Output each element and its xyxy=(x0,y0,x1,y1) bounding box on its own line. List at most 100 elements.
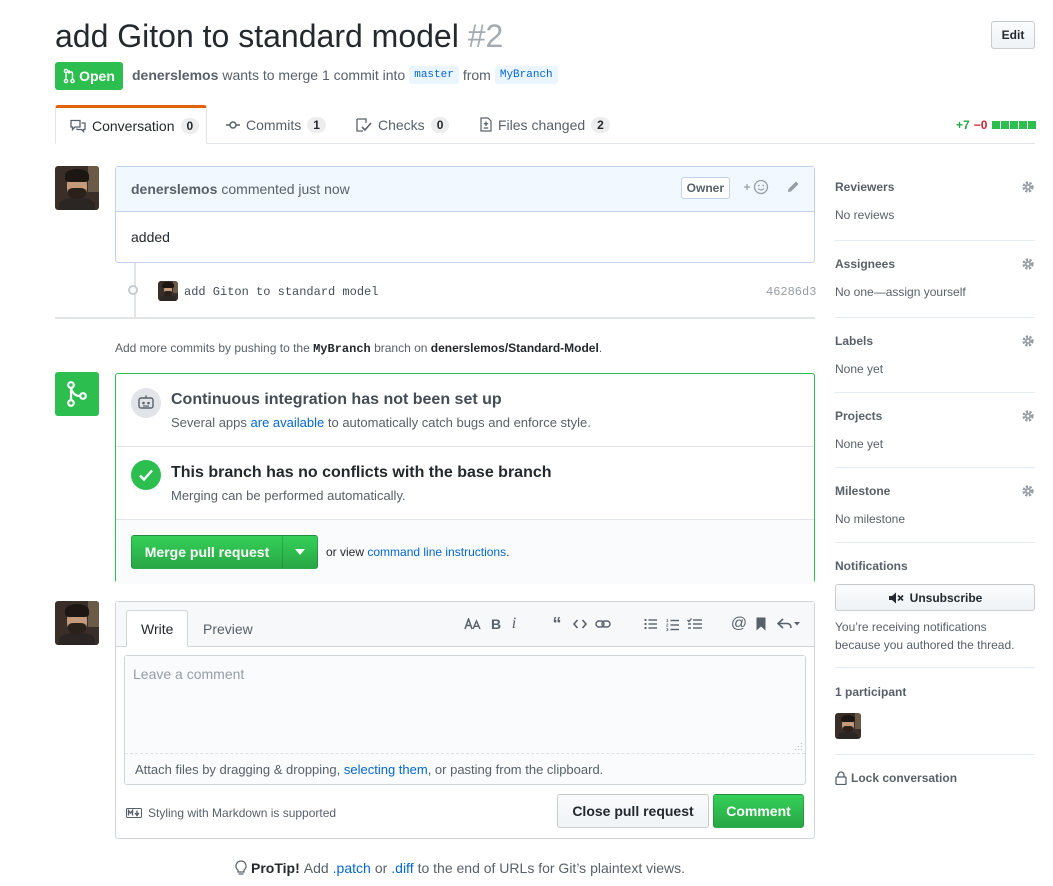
status-label: Open xyxy=(79,68,115,84)
comment-toolbar: Write Preview B i “ 123 @ xyxy=(116,602,814,647)
patch-link[interactable]: .patch xyxy=(333,860,371,876)
light-bulb-icon xyxy=(235,860,247,876)
commit-message[interactable]: add Giton to standard model xyxy=(184,285,378,299)
tab-label: Checks xyxy=(378,116,425,133)
unsubscribe-button[interactable]: Unsubscribe xyxy=(835,584,1035,611)
comment-button[interactable]: Comment xyxy=(713,794,804,828)
tab-label: Conversation xyxy=(92,117,175,134)
lock-label: Lock conversation xyxy=(851,771,958,785)
sidebar-divider xyxy=(835,392,1035,393)
ci-subtitle: Several apps are available to automatica… xyxy=(171,415,591,430)
diff-link[interactable]: .diff xyxy=(391,860,413,876)
sidebar-heading: 1 participant xyxy=(835,685,907,699)
pr-meta: denerslemos wants to merge 1 commit into… xyxy=(132,66,558,84)
gear-icon[interactable] xyxy=(1021,334,1035,348)
bookmark-icon[interactable] xyxy=(752,616,770,632)
ordered-list-icon[interactable]: 123 xyxy=(664,616,682,632)
markdown-icon xyxy=(126,808,142,818)
unordered-list-icon[interactable] xyxy=(642,616,660,632)
attach-text: Attach files by dragging & dropping, xyxy=(135,762,341,777)
sidebar-value[interactable]: No one—assign yourself xyxy=(835,285,966,299)
quote-icon[interactable]: “ xyxy=(548,614,566,634)
push-hint-branch: MyBranch xyxy=(313,342,371,356)
comment-author[interactable]: denerslemos xyxy=(131,181,217,197)
select-files-link[interactable]: selecting them xyxy=(344,762,428,777)
head-branch[interactable]: MyBranch xyxy=(494,66,558,84)
diffstat-block xyxy=(1019,121,1028,129)
tab-write[interactable]: Write xyxy=(126,610,189,647)
tab-commits[interactable]: Commits 1 xyxy=(226,105,326,144)
sidebar-heading: Milestone xyxy=(835,484,891,498)
code-icon[interactable] xyxy=(571,616,589,632)
tab-files-changed[interactable]: Files changed 2 xyxy=(480,105,610,144)
merge-pull-request-button[interactable]: Merge pull request xyxy=(131,535,283,569)
from-text: from xyxy=(462,67,491,83)
tab-counter: 0 xyxy=(430,116,450,133)
merge-method-dropdown[interactable] xyxy=(283,535,318,569)
resize-handle-icon[interactable] xyxy=(793,742,803,752)
mute-icon xyxy=(888,592,904,604)
link-icon[interactable] xyxy=(594,616,612,632)
gear-icon[interactable] xyxy=(1021,409,1035,423)
tab-conversation[interactable]: Conversation 0 xyxy=(55,105,207,144)
robot-icon xyxy=(131,388,161,418)
diffstat-block xyxy=(992,121,1001,129)
comment-textarea[interactable] xyxy=(125,656,805,754)
bold-icon[interactable]: B xyxy=(487,616,505,632)
tab-checks[interactable]: Checks 0 xyxy=(356,105,450,144)
gear-icon[interactable] xyxy=(1021,180,1035,194)
author-link[interactable]: denerslemos xyxy=(132,67,218,83)
sidebar-assignees[interactable]: Assignees No one—assign yourself xyxy=(835,257,1035,299)
ci-section: Continuous integration has not been set … xyxy=(116,374,814,446)
edit-title-button[interactable]: Edit xyxy=(991,21,1035,49)
cli-suffix: . xyxy=(506,545,510,559)
close-pull-request-button[interactable]: Close pull request xyxy=(557,794,709,828)
tab-counter: 1 xyxy=(307,116,326,133)
push-hint-text: branch on xyxy=(374,341,428,355)
diffstat-block xyxy=(1028,121,1037,129)
apps-available-link[interactable]: are available xyxy=(251,415,325,430)
command-line-instructions-link[interactable]: command line instructions xyxy=(367,545,506,559)
ci-subtitle-text: Several apps xyxy=(171,415,247,430)
avatar[interactable] xyxy=(55,166,99,210)
italic-icon[interactable]: i xyxy=(505,615,523,632)
comment-body: added xyxy=(131,229,170,245)
commit-node-icon xyxy=(128,285,138,295)
lock-conversation-link[interactable]: Lock conversation xyxy=(835,771,957,785)
diffstat-block xyxy=(1010,121,1019,129)
diffstat-block xyxy=(1001,121,1010,129)
sidebar-labels[interactable]: Labels None yet xyxy=(835,334,1035,376)
gear-icon[interactable] xyxy=(1021,484,1035,498)
diffstat: +7 −0 xyxy=(956,118,1037,132)
markdown-hint[interactable]: Styling with Markdown is supported xyxy=(126,806,336,820)
conflict-section: This branch has no conflicts with the ba… xyxy=(116,446,814,520)
gear-icon[interactable] xyxy=(1021,257,1035,271)
pencil-icon[interactable] xyxy=(786,180,800,194)
comment-discussion-icon xyxy=(70,119,86,133)
task-list-icon[interactable] xyxy=(686,616,704,632)
sidebar-heading: Reviewers xyxy=(835,180,895,194)
tab-preview[interactable]: Preview xyxy=(189,610,267,647)
markdown-hint-text: Styling with Markdown is supported xyxy=(148,806,337,820)
sidebar-projects[interactable]: Projects None yet xyxy=(835,409,1035,451)
merge-actions: Merge pull request or view command line … xyxy=(116,519,814,584)
pull-request-icon xyxy=(63,68,75,84)
ci-title: Continuous integration has not been set … xyxy=(171,391,502,408)
sidebar-milestone[interactable]: Milestone No milestone xyxy=(835,484,1035,526)
sidebar-divider xyxy=(835,467,1035,468)
add-reaction-icon[interactable] xyxy=(744,179,770,195)
or-view-text: or view xyxy=(326,545,365,559)
sidebar-reviewers[interactable]: Reviewers No reviews xyxy=(835,180,1035,222)
commit-avatar[interactable] xyxy=(158,281,178,301)
commit-sha[interactable]: 46286d3 xyxy=(766,285,816,299)
diffstat-deletions: −0 xyxy=(973,118,988,132)
sidebar-divider xyxy=(835,317,1035,318)
push-hint-text: Add more commits by pushing to the xyxy=(115,341,310,355)
tab-counter: 2 xyxy=(591,116,610,133)
mention-icon[interactable]: @ xyxy=(730,615,748,632)
text-size-icon[interactable] xyxy=(464,616,482,632)
avatar[interactable] xyxy=(55,601,99,645)
reply-icon[interactable] xyxy=(776,616,802,632)
participant-avatar[interactable] xyxy=(835,713,861,739)
base-branch[interactable]: master xyxy=(409,66,459,84)
